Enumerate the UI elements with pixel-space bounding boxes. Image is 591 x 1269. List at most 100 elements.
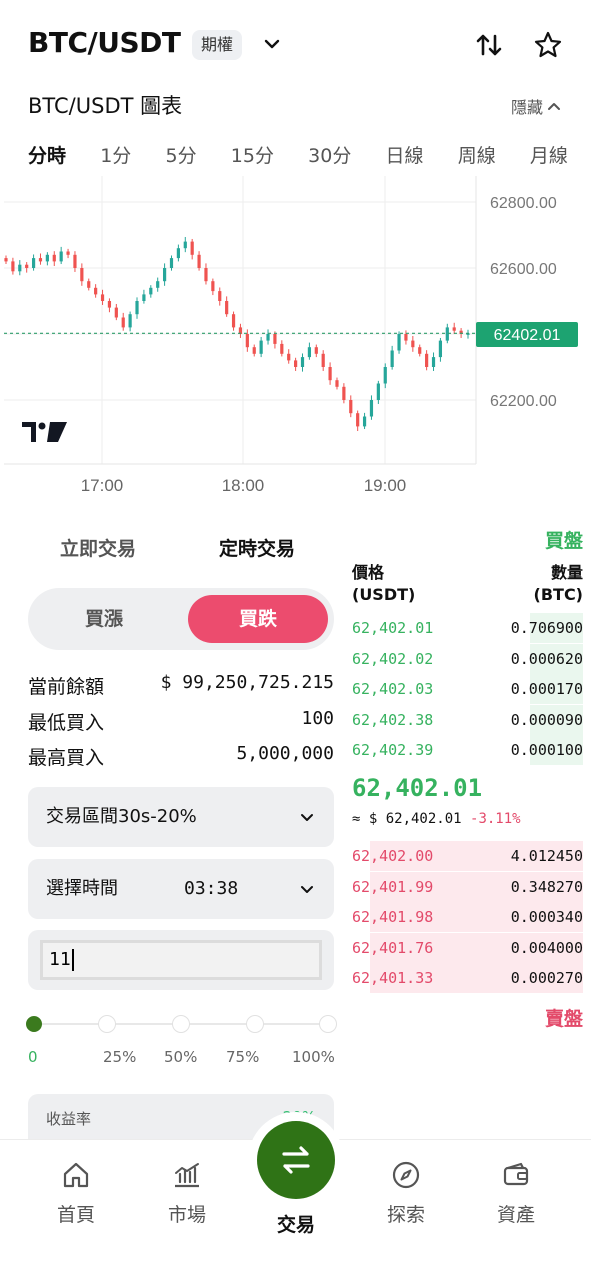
ask-row[interactable]: 62,401.98 0.000340 xyxy=(352,902,583,932)
current-balance-label: 當前餘額 xyxy=(28,676,105,698)
candle-body xyxy=(383,367,387,384)
candle-body xyxy=(38,258,43,262)
approx-value: ≈ $ 62,402.01 xyxy=(352,811,462,827)
compass-icon xyxy=(392,1161,420,1189)
pair-title[interactable]: BTC/USDT xyxy=(28,26,181,59)
candle-body xyxy=(45,254,49,262)
candle-body xyxy=(121,317,125,328)
bid-row[interactable]: 62,402.03 0.000170 xyxy=(352,674,583,704)
price-chart[interactable]: 62800.00 62600.00 62200.00 17:00 18:00 19:00… xyxy=(0,176,591,506)
candle-body xyxy=(438,340,443,358)
chevron-down-icon[interactable] xyxy=(262,34,282,54)
bid-row[interactable]: 62,402.02 0.000620 xyxy=(352,643,583,674)
x-tick-label: 17:00 xyxy=(81,476,124,495)
candle-body xyxy=(107,301,112,308)
candle-body xyxy=(273,334,277,344)
candle-body xyxy=(80,268,84,282)
max-buy-value: 5,000,000 xyxy=(236,743,334,764)
candle-body xyxy=(404,334,408,341)
qty-header-label: 數量 xyxy=(550,563,583,582)
slider-step-75[interactable] xyxy=(246,1015,264,1033)
candle-body xyxy=(25,264,29,268)
current-balance-row: 當前餘額 $ 99,250,725.215 xyxy=(28,672,334,699)
candle-body xyxy=(349,400,353,414)
y-tick-label: 62800.00 xyxy=(490,195,557,212)
candle-body xyxy=(287,353,291,361)
candle-body xyxy=(94,287,98,295)
nav-explore[interactable]: 探索 xyxy=(361,1160,451,1227)
time-select[interactable]: 選擇時間 03:38 xyxy=(28,859,334,919)
wallet-icon xyxy=(503,1162,529,1186)
ask-row[interactable]: 62,401.99 0.348270 xyxy=(352,871,583,902)
trade-fab-button[interactable] xyxy=(257,1121,335,1199)
slider-step-100[interactable] xyxy=(319,1015,337,1033)
buy-down-button[interactable]: 買跌 xyxy=(188,595,328,643)
bid-row[interactable]: 62,402.01 0.706900 xyxy=(352,613,583,643)
max-buy-row: 最高買入 5,000,000 xyxy=(28,743,334,770)
tab-timeframe-5m[interactable]: 5分 xyxy=(165,141,196,168)
nav-assets[interactable]: 資產 xyxy=(471,1160,561,1227)
chevron-down-icon xyxy=(301,814,313,821)
tab-timeframe-1m[interactable]: 1分 xyxy=(100,141,131,168)
product-type-badge: 期權 xyxy=(192,30,243,60)
tab-timed-trade[interactable]: 定時交易 xyxy=(219,534,295,561)
ask-row[interactable]: 62,401.76 0.004000 xyxy=(352,932,583,963)
nav-market[interactable]: 市場 xyxy=(142,1160,232,1227)
slider-handle[interactable] xyxy=(26,1016,42,1032)
candle-body xyxy=(114,307,118,318)
x-tick-label: 18:00 xyxy=(222,476,265,495)
amount-slider[interactable] xyxy=(26,1012,337,1036)
tab-timeframe-line[interactable]: 分時 xyxy=(28,141,66,168)
ask-row[interactable]: 62,402.00 4.012450 xyxy=(352,841,583,871)
bid-qty: 0.706900 xyxy=(510,619,583,637)
chevron-up-icon xyxy=(548,103,560,110)
y-tick-label: 62600.00 xyxy=(490,261,557,278)
orderbook-sell-title: 賣盤 xyxy=(544,1008,583,1030)
hide-chart-button[interactable]: 隱藏 xyxy=(511,94,561,118)
current-price-tag-text: 62402.01 xyxy=(494,327,561,344)
ask-price: 62,402.00 xyxy=(352,847,434,865)
nav-trade[interactable]: 交易 xyxy=(251,1210,341,1237)
last-price: 62,402.01 xyxy=(352,774,483,802)
nav-home[interactable]: 首頁 xyxy=(31,1160,121,1227)
candle-body xyxy=(4,258,8,262)
qty-header-unit: (BTC) xyxy=(533,585,583,604)
tab-timeframe-week[interactable]: 周線 xyxy=(458,141,496,168)
candle-body xyxy=(204,268,208,282)
interval-select[interactable]: 交易區間30s-20% xyxy=(28,787,334,847)
candle-body xyxy=(149,287,153,295)
tab-instant-trade[interactable]: 立即交易 xyxy=(60,534,136,561)
ask-price: 62,401.33 xyxy=(352,969,434,987)
amount-input[interactable]: 11 xyxy=(40,940,322,980)
tradingview-logo-icon xyxy=(22,422,67,442)
chart-bars-icon xyxy=(175,1163,199,1188)
nav-market-label: 市場 xyxy=(167,1204,206,1226)
candle-body xyxy=(52,254,56,262)
slider-step-25[interactable] xyxy=(98,1015,116,1033)
candle-body xyxy=(135,301,139,315)
buy-up-button[interactable]: 買漲 xyxy=(28,588,180,650)
bid-row[interactable]: 62,402.39 0.000100 xyxy=(352,735,583,765)
min-buy-value: 100 xyxy=(301,708,334,729)
candle-body xyxy=(445,327,449,341)
tab-timeframe-30m[interactable]: 30分 xyxy=(308,141,351,168)
candle-body xyxy=(231,314,236,328)
nav-trade-label: 交易 xyxy=(276,1214,315,1236)
bid-price: 62,402.03 xyxy=(352,680,434,698)
tab-timeframe-15m[interactable]: 15分 xyxy=(231,141,274,168)
candle-body xyxy=(376,383,380,400)
candle-body xyxy=(411,340,415,348)
candle-body xyxy=(342,386,346,400)
star-icon[interactable] xyxy=(533,30,563,60)
tab-timeframe-month[interactable]: 月線 xyxy=(530,141,568,168)
bid-price: 62,402.02 xyxy=(352,649,434,668)
sort-arrows-icon[interactable] xyxy=(474,30,504,60)
ask-row[interactable]: 62,401.33 0.000270 xyxy=(352,963,583,993)
candle-body xyxy=(162,268,167,282)
bid-row[interactable]: 62,402.38 0.000090 xyxy=(352,704,583,735)
tab-timeframe-day[interactable]: 日線 xyxy=(386,141,424,168)
candle-body xyxy=(66,251,70,255)
candle-body xyxy=(280,343,284,354)
slider-step-50[interactable] xyxy=(172,1015,190,1033)
candle-body xyxy=(362,416,367,427)
